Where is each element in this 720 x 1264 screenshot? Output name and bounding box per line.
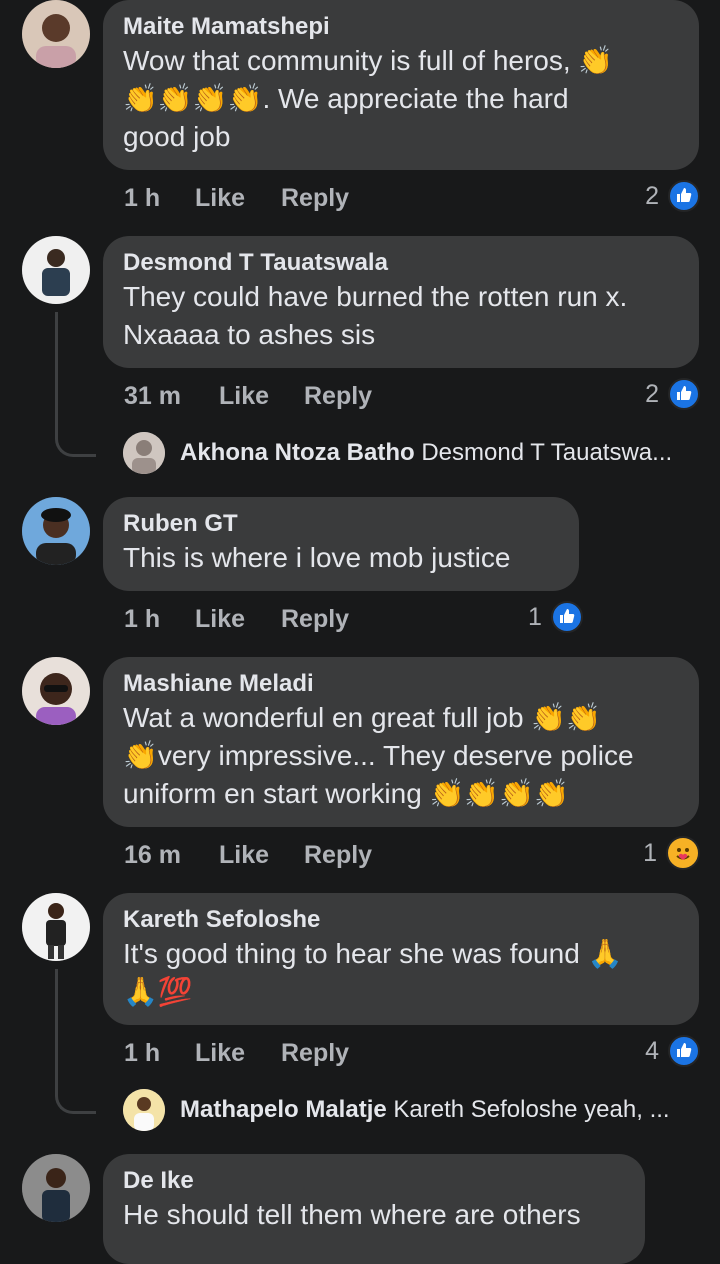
comment-text: 🙏💯	[123, 976, 193, 1007]
like-button[interactable]: Like	[195, 1036, 245, 1070]
avatar[interactable]	[22, 497, 90, 565]
avatar[interactable]	[123, 432, 165, 474]
avatar[interactable]	[22, 0, 90, 68]
like-reaction-icon	[668, 378, 700, 411]
like-reaction-icon	[550, 601, 583, 634]
commenter-name[interactable]: De Ike	[123, 1166, 625, 1196]
comment-text: Wow that community is full of heros, 👏	[123, 45, 614, 76]
comment-text: 👏very impressive... They deserve police	[123, 740, 634, 771]
comment-bubble: Ruben GT This is where i love mob justic…	[103, 497, 579, 591]
reply-author-name[interactable]: Mathapelo Malatje	[180, 1096, 387, 1123]
commenter-name[interactable]: Kareth Sefoloshe	[123, 905, 679, 935]
comment-bubble: Kareth Sefoloshe It's good thing to hear…	[103, 893, 699, 1025]
timestamp[interactable]: 1 h	[124, 1036, 160, 1070]
like-button[interactable]: Like	[219, 379, 269, 413]
commenter-name[interactable]: Desmond T Tauatswala	[123, 248, 679, 278]
comment-bubble: De Ike He should tell them where are oth…	[103, 1154, 645, 1264]
reply-button[interactable]: Reply	[281, 1036, 349, 1070]
reply-button[interactable]: Reply	[304, 838, 372, 872]
comment-text: Wat a wonderful en great full job 👏👏	[123, 702, 602, 733]
comment-text: Nxaaaa to ashes sis	[123, 319, 376, 350]
timestamp[interactable]: 16 m	[124, 838, 181, 872]
timestamp[interactable]: 31 m	[124, 379, 181, 413]
comment-bubble: Maite Mamatshepi Wow that community is f…	[103, 0, 699, 170]
reply-snippet: Kareth Sefoloshe yeah, ...	[393, 1096, 670, 1123]
like-button[interactable]: Like	[219, 838, 269, 872]
commenter-name[interactable]: Mashiane Meladi	[123, 669, 679, 699]
like-button[interactable]: Like	[195, 181, 245, 215]
like-reaction-icon	[668, 1035, 700, 1068]
avatar[interactable]	[22, 1154, 90, 1222]
reply-button[interactable]: Reply	[304, 379, 372, 413]
like-button[interactable]: Like	[195, 602, 245, 636]
reply-button[interactable]: Reply	[281, 181, 349, 215]
care-reaction-icon	[666, 836, 700, 871]
comment-text: good job	[123, 121, 231, 152]
comment-text: They could have burned the rotten run x.	[123, 281, 628, 312]
comment-text: uniform en start working 👏👏👏👏	[123, 778, 570, 809]
timestamp[interactable]: 1 h	[124, 181, 160, 215]
avatar[interactable]	[22, 657, 90, 725]
reply-button[interactable]: Reply	[281, 602, 349, 636]
avatar[interactable]	[22, 893, 90, 961]
reaction-count[interactable]: 2	[645, 376, 700, 411]
reaction-count[interactable]: 2	[645, 178, 700, 213]
like-reaction-icon	[668, 180, 700, 213]
comment-text: 👏👏👏👏. We appreciate the hard	[123, 83, 569, 114]
commenter-name[interactable]: Ruben GT	[123, 509, 559, 539]
comment-bubble: Mashiane Meladi Wat a wonderful en great…	[103, 657, 699, 827]
reply-preview-text: Mathapelo Malatje Kareth Sefoloshe yeah,…	[180, 1095, 670, 1125]
thread-connector	[55, 312, 96, 457]
commenter-name[interactable]: Maite Mamatshepi	[123, 12, 679, 42]
avatar[interactable]	[22, 236, 90, 304]
timestamp[interactable]: 1 h	[124, 602, 160, 636]
reply-author-name[interactable]: Akhona Ntoza Batho	[180, 439, 415, 466]
reply-snippet: Desmond T Tauatswa...	[421, 439, 673, 466]
reaction-count[interactable]: 1	[528, 599, 583, 634]
comment-text: It's good thing to hear she was found 🙏	[123, 938, 623, 969]
comment-bubble: Desmond T Tauatswala They could have bur…	[103, 236, 699, 368]
reply-preview-text: Akhona Ntoza Batho Desmond T Tauatswa...	[180, 438, 672, 468]
thread-connector	[55, 969, 96, 1114]
avatar[interactable]	[123, 1089, 165, 1131]
comment-text: This is where i love mob justice	[123, 542, 511, 573]
reaction-count[interactable]: 1	[643, 835, 700, 871]
reaction-count[interactable]: 4	[645, 1033, 700, 1068]
comment-text: He should tell them where are others	[123, 1199, 581, 1230]
